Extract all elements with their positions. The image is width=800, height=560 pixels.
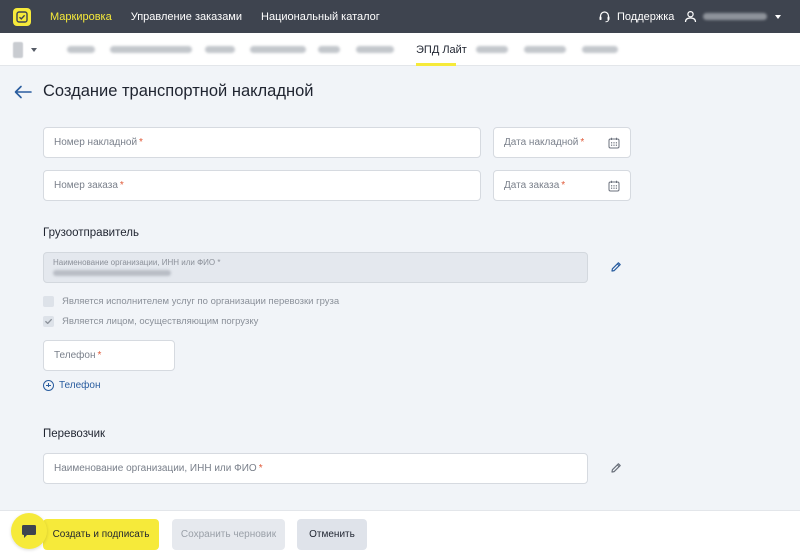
nav-tab-redacted[interactable] (205, 46, 235, 53)
logo-icon[interactable] (13, 8, 31, 26)
chevron-down-icon (31, 48, 37, 52)
shipper-org-field: Наименование организации, ИНН или ФИО * (43, 252, 588, 283)
order-date-field[interactable]: Дата заказа * (493, 170, 631, 201)
top-nav: Маркировка Управление заказами Националь… (50, 0, 380, 33)
user-menu[interactable] (684, 0, 781, 33)
nav-tab-redacted[interactable] (110, 46, 192, 53)
order-date-placeholder: Дата заказа (504, 180, 560, 191)
user-name-redacted (703, 13, 767, 20)
nav-tab-redacted[interactable] (356, 46, 394, 53)
calendar-icon[interactable] (608, 180, 620, 192)
shipper-org-label: Наименование организации, ИНН или ФИО * (53, 258, 221, 267)
checkbox-loading[interactable]: Является лицом, осуществляющим погрузку (43, 316, 258, 327)
support-link[interactable]: Поддержка (598, 0, 674, 33)
top-nav-item-orders[interactable]: Управление заказами (131, 11, 242, 23)
edit-pencil-icon[interactable] (610, 261, 622, 273)
invoice-date-field[interactable]: Дата накладной * (493, 127, 631, 158)
nav-tab-redacted[interactable] (250, 46, 306, 53)
invoice-date-placeholder: Дата накладной (504, 137, 579, 148)
chat-button[interactable] (11, 513, 47, 549)
back-arrow-icon[interactable] (14, 85, 32, 99)
phone-field[interactable]: Телефон * (43, 340, 175, 371)
top-bar: Маркировка Управление заказами Националь… (0, 0, 800, 33)
carrier-org-field[interactable]: Наименование организации, ИНН или ФИО * (43, 453, 588, 484)
top-nav-item-catalog[interactable]: Национальный каталог (261, 11, 380, 23)
invoice-number-placeholder: Номер накладной (54, 137, 138, 148)
required-mark: * (561, 180, 566, 191)
create-and-sign-button[interactable]: Создать и подписать (43, 519, 159, 550)
page-title: Создание транспортной накладной (43, 82, 314, 100)
add-phone-label: Телефон (59, 380, 101, 391)
phone-placeholder: Телефон (54, 350, 96, 361)
logo-glyph (16, 11, 28, 23)
calendar-icon[interactable] (608, 137, 620, 149)
shipper-org-value-redacted (53, 270, 171, 276)
product-nav: ЭПД Лайт (0, 33, 800, 66)
nav-tab-redacted[interactable] (476, 46, 508, 53)
carrier-section-title: Перевозчик (43, 428, 106, 440)
chat-icon (22, 524, 36, 538)
user-icon (684, 10, 697, 23)
order-number-placeholder: Номер заказа (54, 180, 118, 191)
nav-tab-redacted[interactable] (524, 46, 566, 53)
checkbox-loading-label: Является лицом, осуществляющим погрузку (62, 316, 259, 327)
nav-tab-redacted[interactable] (318, 46, 340, 53)
chevron-down-icon (775, 14, 781, 19)
required-mark: * (119, 180, 124, 191)
headset-icon (599, 11, 610, 23)
checkbox-carrier-services-label: Является исполнителем услуг по организац… (62, 296, 340, 307)
nav-tab-redacted[interactable] (67, 46, 95, 53)
required-mark: * (258, 463, 263, 474)
checkbox-carrier-services[interactable]: Является исполнителем услуг по организац… (43, 296, 339, 307)
invoice-number-field[interactable]: Номер накладной * (43, 127, 481, 158)
cancel-button[interactable]: Отменить (297, 519, 367, 550)
product-icon (13, 42, 23, 58)
required-mark: * (97, 350, 102, 361)
required-mark: * (139, 137, 143, 148)
save-draft-button[interactable]: Сохранить черновик (172, 519, 285, 550)
shipper-section-title: Грузоотправитель (43, 227, 139, 239)
check-icon (45, 318, 52, 325)
order-number-field[interactable]: Номер заказа * (43, 170, 481, 201)
required-mark: * (217, 258, 221, 267)
checkbox-unchecked[interactable] (43, 296, 54, 307)
top-nav-item-markirovka[interactable]: Маркировка (50, 11, 112, 23)
shipper-org-label-text: Наименование организации, ИНН или ФИО (53, 258, 216, 267)
product-switcher[interactable] (13, 41, 45, 59)
edit-pencil-icon[interactable] (610, 462, 622, 474)
carrier-org-placeholder: Наименование организации, ИНН или ФИО (54, 463, 257, 474)
nav-tab-redacted[interactable] (582, 46, 618, 53)
plus-circle-icon (43, 380, 54, 391)
checkbox-checked[interactable] (43, 316, 54, 327)
add-phone-button[interactable]: Телефон (43, 380, 100, 391)
support-label: Поддержка (617, 10, 675, 23)
tab-epd-lite[interactable]: ЭПД Лайт (416, 33, 467, 66)
required-mark: * (580, 137, 585, 148)
active-tab-indicator (416, 63, 456, 66)
